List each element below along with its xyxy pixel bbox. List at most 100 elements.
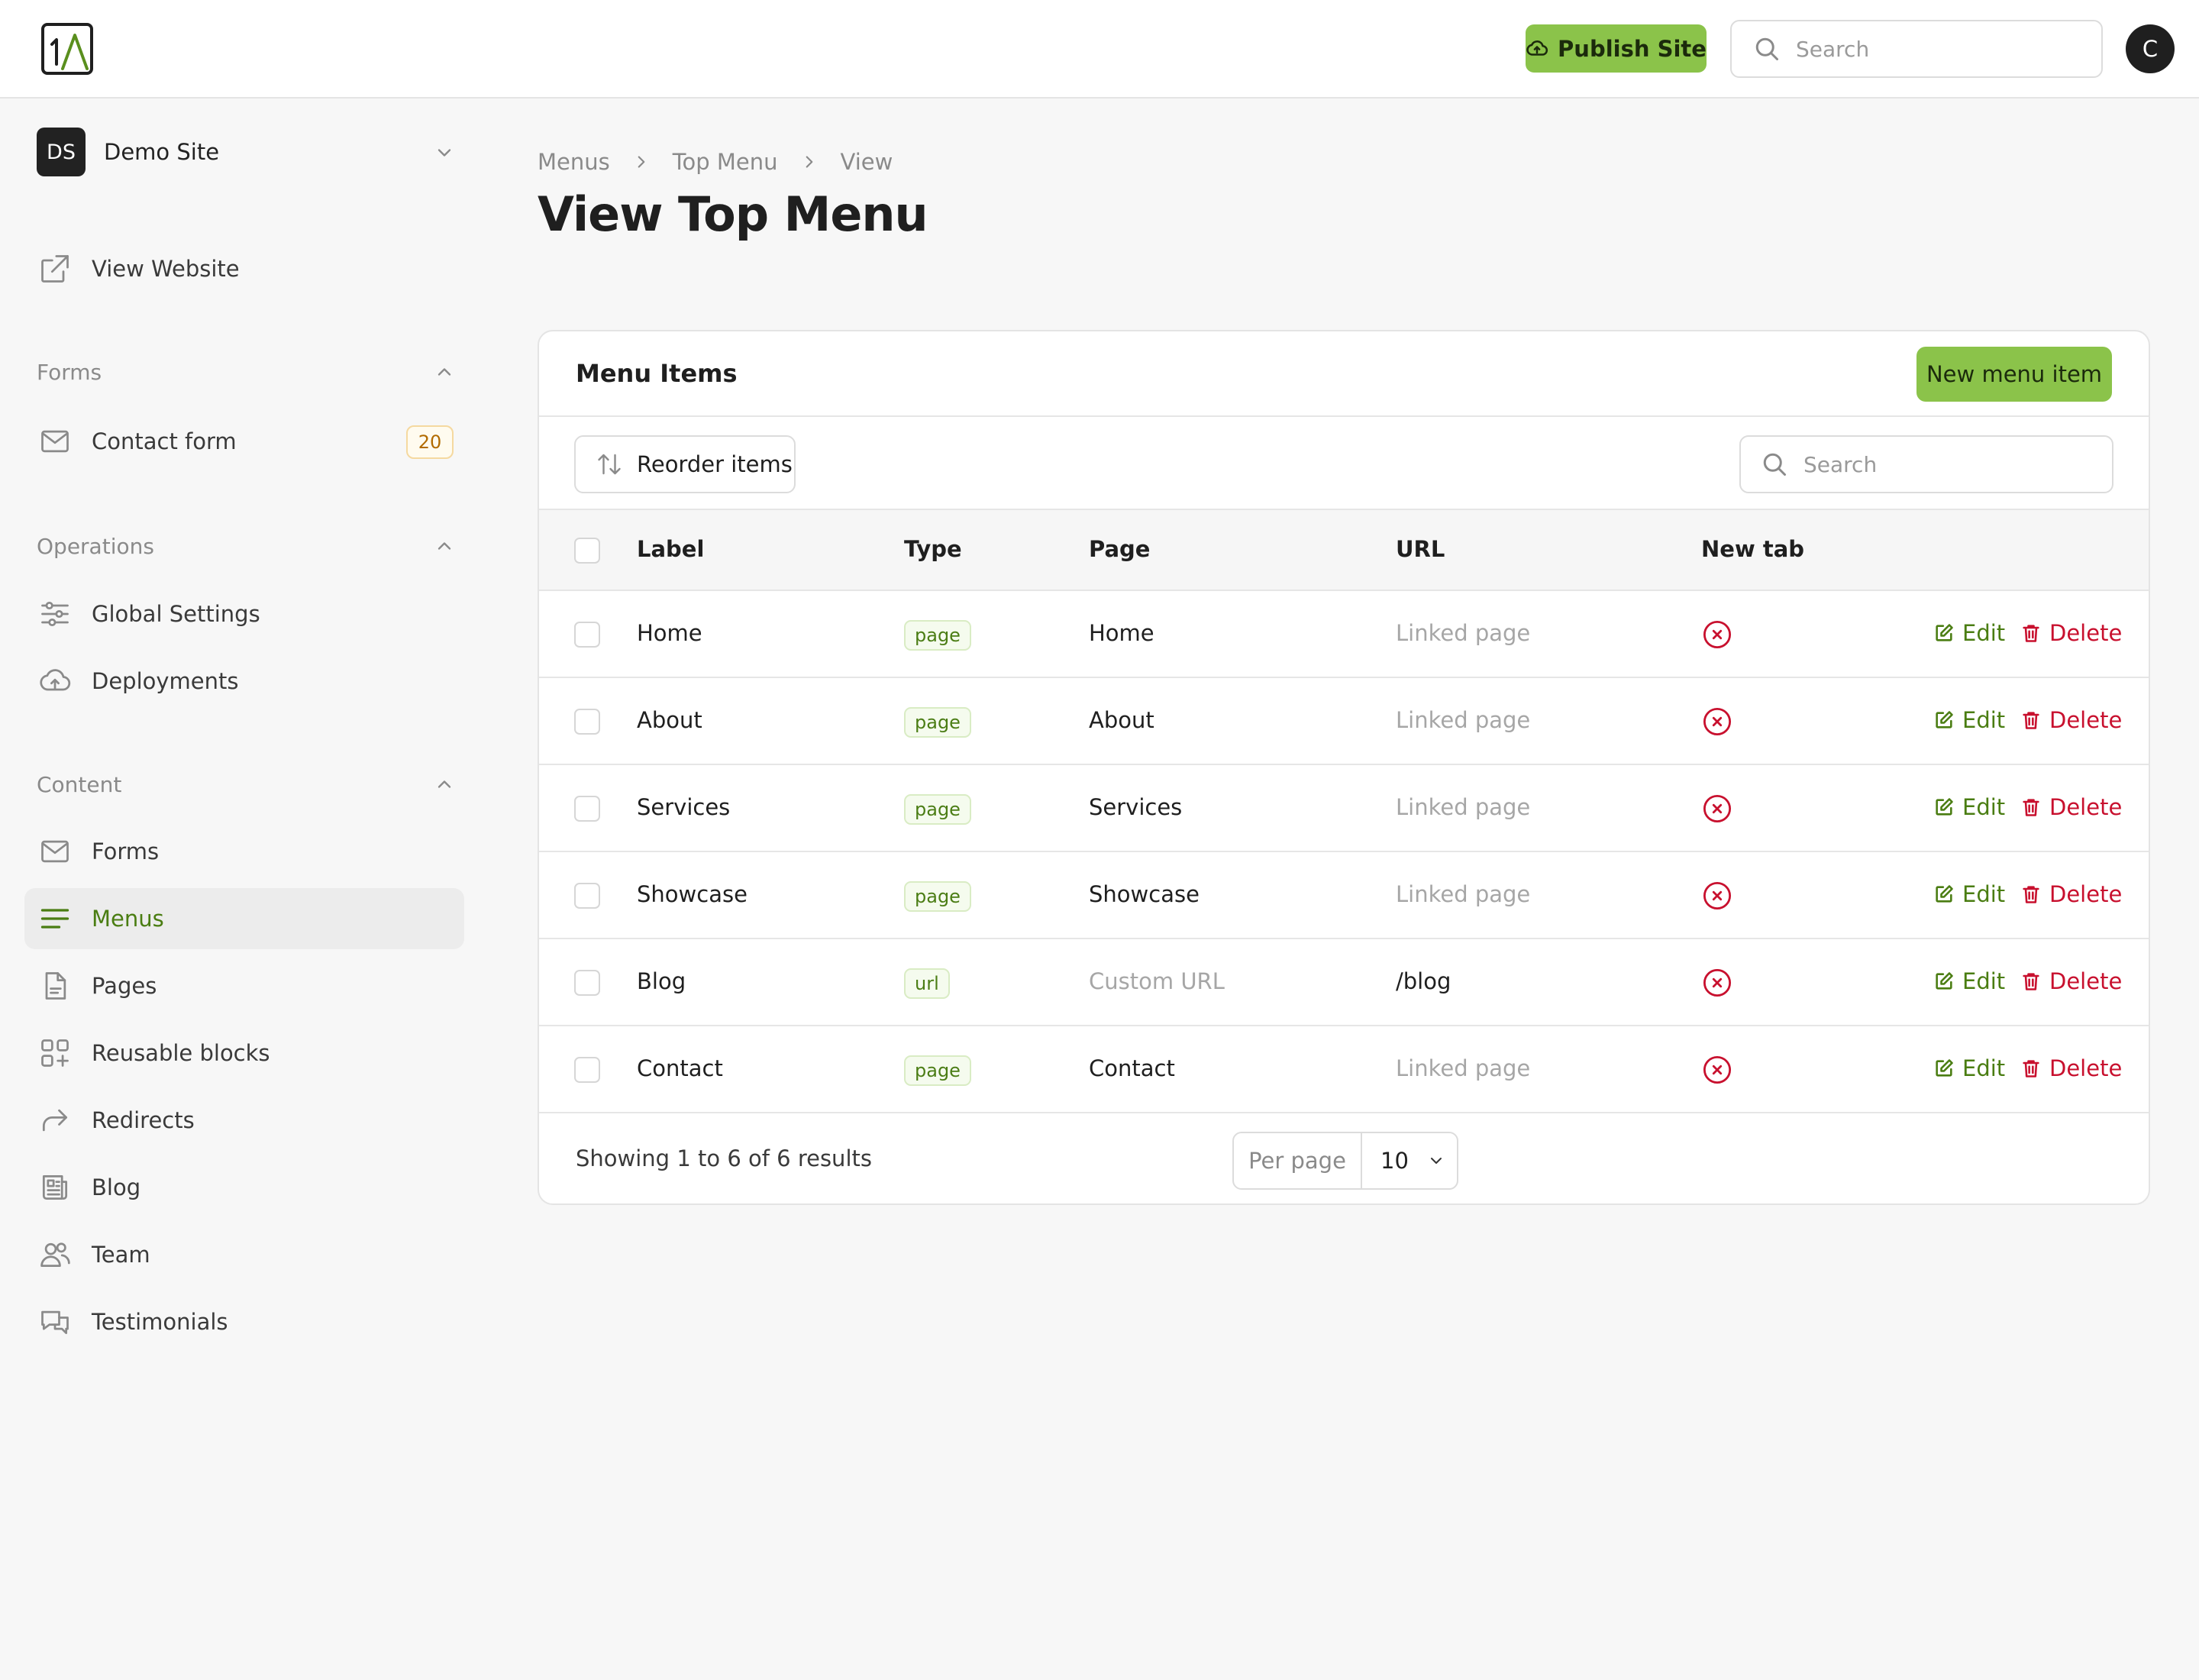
sidebar-group-label: Operations xyxy=(37,533,154,559)
edit-row-button[interactable]: Edit xyxy=(1933,968,2005,994)
delete-row-button[interactable]: Delete xyxy=(2020,881,2122,907)
row-page: Contact xyxy=(1089,1055,1175,1081)
sidebar-item-label: Forms xyxy=(92,838,160,864)
document-icon xyxy=(45,972,66,1000)
edit-row-button[interactable]: Edit xyxy=(1933,707,2005,733)
delete-row-button[interactable]: Delete xyxy=(2020,1055,2122,1081)
sidebar-item-label: Menus xyxy=(92,906,164,932)
sidebar-item-label: Testimonials xyxy=(92,1309,228,1335)
delete-row-button[interactable]: Delete xyxy=(2020,968,2122,994)
select-all-checkbox[interactable] xyxy=(574,538,600,564)
row-checkbox[interactable] xyxy=(574,796,600,822)
breadcrumb-item-top-menu[interactable]: Top Menu xyxy=(673,149,778,175)
new-menu-item-button[interactable]: New menu item xyxy=(1916,347,2112,402)
sidebar-item-label: Deployments xyxy=(92,668,239,694)
column-header-url[interactable]: URL xyxy=(1396,536,1445,562)
brand-logo-icon[interactable] xyxy=(40,21,95,76)
sidebar-item-pages[interactable]: Pages xyxy=(24,955,464,1016)
row-checkbox[interactable] xyxy=(574,1057,600,1083)
sidebar-group-forms[interactable]: Forms xyxy=(37,357,455,387)
table-row: About page About Linked page Edit Delete xyxy=(539,678,2149,765)
publish-site-label: Publish Site xyxy=(1558,35,1707,62)
sidebar-item-label: Reusable blocks xyxy=(92,1040,270,1066)
global-search-input[interactable] xyxy=(1796,36,2071,62)
sidebar-item-testimonials[interactable]: Testimonials xyxy=(24,1291,464,1352)
sidebar-item-reusable-blocks[interactable]: Reusable blocks xyxy=(24,1023,464,1084)
sidebar-item-global-settings[interactable]: Global Settings xyxy=(24,583,464,645)
edit-label: Edit xyxy=(1962,1055,2006,1081)
delete-row-button[interactable]: Delete xyxy=(2020,620,2122,646)
table-search-input[interactable] xyxy=(1803,451,2078,477)
table-row: Services page Services Linked page Edit Delet… xyxy=(539,765,2149,852)
user-avatar[interactable]: C xyxy=(2126,24,2175,73)
edit-row-button[interactable]: Edit xyxy=(1933,1055,2005,1081)
edit-row-button[interactable]: Edit xyxy=(1933,794,2005,820)
row-label: Blog xyxy=(637,968,686,994)
row-page: Showcase xyxy=(1089,881,1200,907)
sidebar-group-content[interactable]: Content xyxy=(37,769,455,800)
site-initials-badge: DS xyxy=(37,128,86,176)
edit-icon xyxy=(1936,1059,1953,1077)
column-header-label[interactable]: Label xyxy=(637,536,704,562)
row-checkbox[interactable] xyxy=(574,970,600,996)
row-label: Services xyxy=(637,794,731,820)
reorder-items-button[interactable]: Reorder items xyxy=(574,435,796,493)
chevron-up-icon xyxy=(438,780,451,788)
chevron-down-icon xyxy=(1430,1158,1442,1164)
edit-row-button[interactable]: Edit xyxy=(1933,620,2005,646)
row-page: Custom URL xyxy=(1089,968,1225,994)
sidebar-item-contact-form[interactable]: Contact form 20 xyxy=(24,411,464,472)
delete-label: Delete xyxy=(2049,707,2123,733)
sidebar-group-label: Content xyxy=(37,771,122,797)
per-page-select[interactable]: Per page 10 xyxy=(1232,1132,1458,1190)
row-url: Linked page xyxy=(1396,1055,1531,1081)
sidebar-item-forms[interactable]: Forms xyxy=(24,821,464,882)
publish-site-button[interactable]: Publish Site xyxy=(1526,24,1707,73)
delete-row-button[interactable]: Delete xyxy=(2020,794,2122,820)
sliders-icon xyxy=(41,601,69,627)
column-header-page[interactable]: Page xyxy=(1089,536,1150,562)
sidebar-item-redirects[interactable]: Redirects xyxy=(24,1090,464,1151)
delete-label: Delete xyxy=(2049,881,2123,907)
sidebar-item-team[interactable]: Team xyxy=(24,1224,464,1285)
results-summary: Showing 1 to 6 of 6 results xyxy=(576,1145,872,1171)
x-circle-icon xyxy=(1703,1055,1732,1084)
column-header-type[interactable]: Type xyxy=(904,536,962,562)
sidebar-item-deployments[interactable]: Deployments xyxy=(24,651,464,712)
type-badge: url xyxy=(904,968,950,999)
edit-row-button[interactable]: Edit xyxy=(1933,881,2005,907)
sidebar-group-label: Forms xyxy=(37,359,102,385)
sidebar-item-menus[interactable]: Menus xyxy=(24,888,464,949)
search-icon xyxy=(1755,37,1778,60)
row-page: Services xyxy=(1089,794,1183,820)
trash-icon xyxy=(2023,973,2039,990)
sidebar-group-operations[interactable]: Operations xyxy=(37,531,455,561)
edit-icon xyxy=(1936,972,1953,990)
row-url: Linked page xyxy=(1396,620,1531,646)
chevron-up-icon xyxy=(438,368,451,376)
edit-icon xyxy=(1936,624,1953,641)
sidebar-item-view-website[interactable]: View Website xyxy=(24,238,464,299)
breadcrumb: Menus Top Menu View xyxy=(538,147,893,177)
table-row: Home page Home Linked page Edit Delete xyxy=(539,591,2149,678)
row-checkbox[interactable] xyxy=(574,883,600,909)
edit-icon xyxy=(1936,798,1953,816)
x-circle-icon xyxy=(1703,707,1732,736)
contact-form-count-badge: 20 xyxy=(406,425,454,459)
sidebar-item-label: Global Settings xyxy=(92,601,260,627)
site-switcher[interactable]: DS Demo Site xyxy=(37,127,455,177)
chevron-right-icon xyxy=(638,156,645,168)
top-bar: Publish Site C xyxy=(0,0,2199,99)
row-checkbox[interactable] xyxy=(574,622,600,648)
sidebar-item-blog[interactable]: Blog xyxy=(24,1157,464,1218)
type-badge: page xyxy=(904,620,971,651)
delete-label: Delete xyxy=(2049,968,2123,994)
column-header-new-tab[interactable]: New tab xyxy=(1701,536,1804,562)
chevron-down-icon xyxy=(438,149,451,157)
delete-row-button[interactable]: Delete xyxy=(2020,707,2122,733)
card-title: Menu Items xyxy=(576,359,738,388)
row-checkbox[interactable] xyxy=(574,709,600,735)
per-page-value[interactable]: 10 xyxy=(1362,1133,1457,1188)
breadcrumb-item-view: View xyxy=(840,149,893,175)
breadcrumb-item-menus[interactable]: Menus xyxy=(538,149,610,175)
